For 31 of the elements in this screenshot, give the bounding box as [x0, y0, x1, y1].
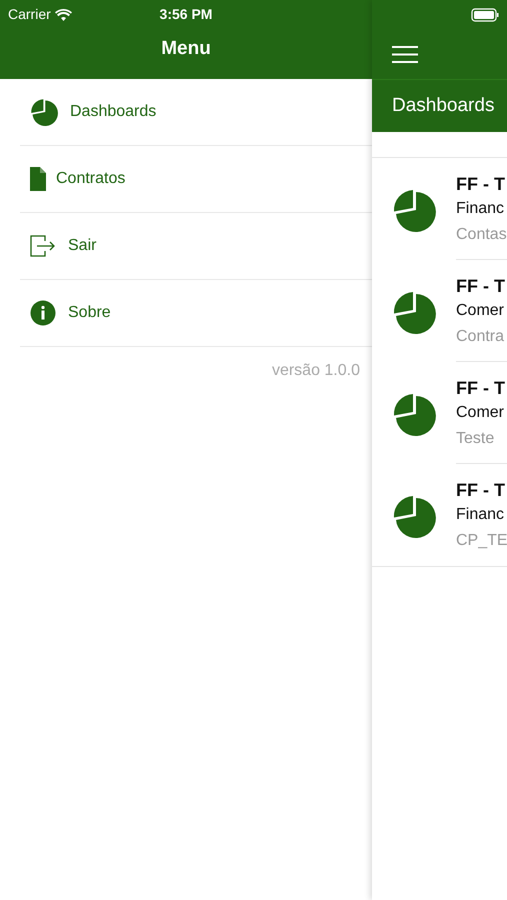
- menu-title: Menu: [161, 36, 211, 60]
- document-icon: [30, 167, 46, 191]
- dashboard-description: Contra: [456, 327, 506, 347]
- dashboard-category: Comer: [456, 403, 506, 423]
- time-label: 3:56 PM: [160, 4, 212, 24]
- menu-item[interactable]: Dashboards: [20, 79, 372, 146]
- version-label: versão 1.0.0: [270, 361, 361, 381]
- carrier-label: Carrier: [8, 4, 51, 24]
- pie-chart-icon: [392, 494, 436, 538]
- dashboard-description: Teste: [456, 429, 496, 449]
- menu-item[interactable]: Sobre: [20, 280, 372, 347]
- dashboard-category: Financ: [456, 199, 506, 219]
- info-icon: [30, 300, 56, 326]
- dashboard-title[interactable]: FF - T: [456, 376, 507, 400]
- battery-icon: [471, 8, 499, 22]
- dashboard-title[interactable]: FF - T: [456, 274, 507, 298]
- dashboard-category: Financ: [456, 505, 506, 525]
- pie-chart-icon: [392, 188, 436, 232]
- dashboard-title[interactable]: FF - T: [456, 172, 507, 196]
- page-title: Dashboards: [392, 94, 494, 118]
- dashboard-title[interactable]: FF - T: [456, 478, 507, 502]
- dashboard-description: Contas: [456, 225, 507, 245]
- menu-icon[interactable]: [392, 46, 418, 63]
- dashboard-description: CP_TE: [456, 531, 507, 551]
- menu-item[interactable]: Contratos: [20, 146, 372, 213]
- dashboard-category: Comer: [456, 301, 506, 321]
- pie-chart-icon: [30, 98, 58, 126]
- pie-chart-icon: [392, 290, 436, 334]
- wifi-icon: [54, 8, 72, 21]
- exit-icon: [30, 235, 56, 257]
- pie-chart-icon: [392, 392, 436, 436]
